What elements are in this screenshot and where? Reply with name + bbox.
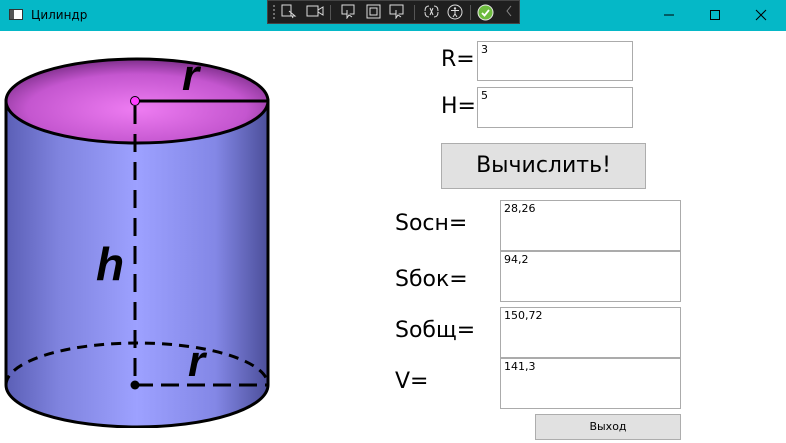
s-side-output[interactable]: 94,2 <box>500 251 681 302</box>
app-window: Цилиндр r h r R= 3 H= 5 Вычислить! Sосн=… <box>0 0 786 443</box>
cylinder-figure: r h r <box>4 52 270 428</box>
volume-label: V= <box>395 369 429 394</box>
bottom-center-point <box>130 380 140 390</box>
h-input[interactable]: 5 <box>477 87 633 128</box>
title-bar[interactable]: Цилиндр <box>0 0 786 31</box>
s-base-output[interactable]: 28,26 <box>500 200 681 251</box>
track-focus-icon[interactable] <box>388 4 406 21</box>
window-title: Цилиндр <box>31 8 88 22</box>
close-button[interactable] <box>738 0 784 31</box>
s-base-label: Sосн= <box>395 211 468 236</box>
cylinder-body <box>4 99 270 428</box>
debug-toolbar <box>267 0 520 24</box>
label-h: h <box>96 238 124 290</box>
s-total-label: Sобщ= <box>395 318 476 343</box>
r-input[interactable]: 3 <box>477 41 633 81</box>
binding-failures-icon[interactable] <box>422 4 440 21</box>
grip-icon[interactable] <box>272 4 276 21</box>
s-side-label: Sбок= <box>395 267 468 292</box>
h-label: H= <box>441 94 476 119</box>
label-r-top: r <box>182 52 202 100</box>
video-icon[interactable] <box>306 4 324 21</box>
cursor-icon[interactable] <box>340 4 358 21</box>
display-layout-icon[interactable] <box>364 4 382 21</box>
volume-output[interactable]: 141,3 <box>500 358 681 409</box>
r-label: R= <box>441 47 475 72</box>
maximize-button[interactable] <box>692 0 738 31</box>
accessibility-icon[interactable] <box>446 4 464 21</box>
calculate-button[interactable]: Вычислить! <box>441 143 646 189</box>
exit-button[interactable]: Выход <box>535 414 681 440</box>
window-icon <box>9 9 23 20</box>
select-element-icon[interactable] <box>280 4 298 21</box>
top-center-point <box>130 96 140 106</box>
s-total-output[interactable]: 150,72 <box>500 307 681 358</box>
label-r-bottom: r <box>188 337 208 386</box>
check-icon[interactable] <box>476 4 494 21</box>
minimize-button[interactable] <box>646 0 692 31</box>
collapse-icon[interactable] <box>500 4 518 21</box>
